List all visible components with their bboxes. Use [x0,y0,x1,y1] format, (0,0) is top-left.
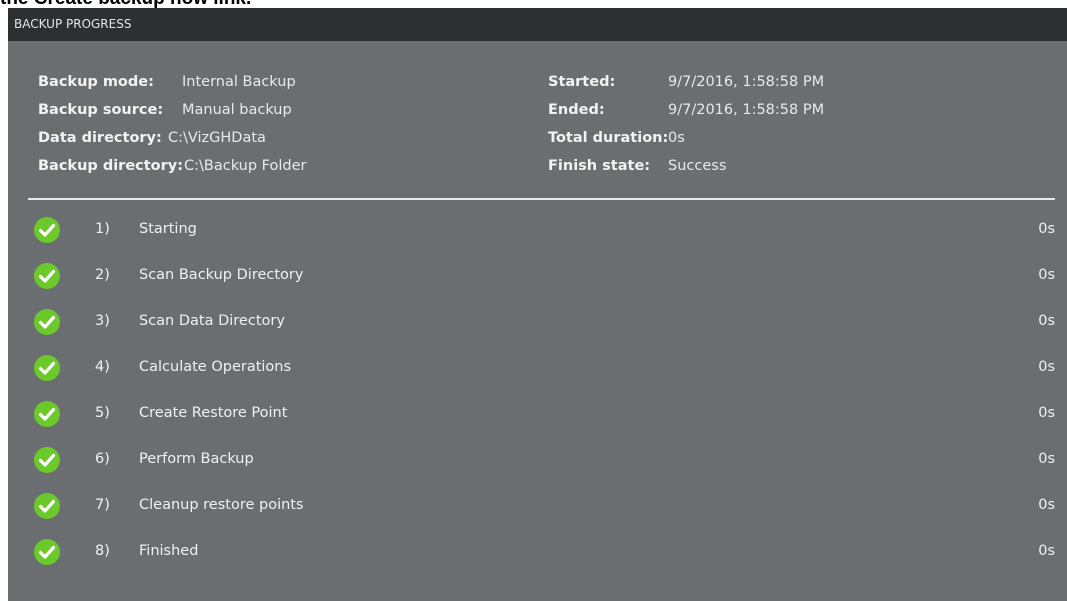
info-value: Success [668,158,727,174]
info-label: Backup mode: [38,74,154,90]
step-label: Finished [139,543,199,559]
step-duration: 0s [1038,497,1055,513]
step-label: Perform Backup [139,451,254,467]
info-started-value: 9/7/2016, 1:58:58 PM [668,72,824,92]
step-label: Scan Data Directory [139,313,285,329]
step-label: Cleanup restore points [139,497,304,513]
step-number: 2) [95,267,110,283]
step-duration: 0s [1038,543,1055,559]
step-row: 4) Calculate Operations 0s [8,352,1067,384]
step-duration: 0s [1038,267,1055,283]
info-total-duration: Total duration: [548,128,668,148]
info-label: Backup directory: [38,158,184,174]
info-data-directory-value: C:\VizGHData [168,128,266,148]
backup-progress-panel: BACKUP PROGRESS Backup mode: Internal Ba… [8,8,1067,601]
step-row: 5) Create Restore Point 0s [8,398,1067,430]
info-backup-directory: Backup directory: [38,156,183,176]
step-label: Scan Backup Directory [139,267,304,283]
step-duration: 0s [1038,451,1055,467]
info-label: Backup source: [38,102,164,118]
step-duration: 0s [1038,359,1055,375]
info-value: 9/7/2016, 1:58:58 PM [668,102,825,118]
info-value: C:\VizGHData [168,130,266,146]
info-label: Total duration: [548,130,669,146]
step-number: 8) [95,543,110,559]
step-label: Calculate Operations [139,359,292,375]
step-number: 5) [95,405,110,421]
step-row: 3) Scan Data Directory 0s [8,306,1067,338]
caption-text: the Create backup now link. [0,0,251,8]
check-circle-icon [34,493,60,519]
panel-title: BACKUP PROGRESS [8,8,1067,41]
info-label: Finish state: [548,158,651,174]
info-data-directory: Data directory: [38,128,162,148]
info-value: C:\Backup Folder [184,158,307,174]
info-backup-mode-value: Internal Backup [182,72,296,92]
step-label: Create Restore Point [139,405,288,421]
cropped-caption: the Create backup now link. [0,0,1067,8]
step-duration: 0s [1038,313,1055,329]
backup-info: Backup mode: Internal Backup Backup sour… [8,72,1067,192]
info-backup-directory-value: C:\Backup Folder [184,156,306,176]
step-number: 4) [95,359,110,375]
check-circle-icon [34,447,60,473]
check-circle-icon [34,401,60,427]
step-number: 7) [95,497,110,513]
step-duration: 0s [1038,221,1055,237]
step-row: 1) Starting 0s [8,214,1067,246]
info-value: Internal Backup [182,74,296,90]
info-finish-state: Finish state: [548,156,650,176]
info-label: Started: [548,74,616,90]
info-started: Started: [548,72,615,92]
info-label: Ended: [548,102,605,118]
info-backup-source-value: Manual backup [182,100,292,120]
info-value: Manual backup [182,102,292,118]
check-circle-icon [34,263,60,289]
info-backup-mode: Backup mode: [38,72,154,92]
check-circle-icon [34,355,60,381]
step-number: 1) [95,221,110,237]
info-total-duration-value: 0s [668,128,685,148]
check-circle-icon [34,309,60,335]
info-value: 0s [668,130,685,146]
info-ended-value: 9/7/2016, 1:58:58 PM [668,100,824,120]
info-label: Data directory: [38,130,162,146]
check-circle-icon [34,539,60,565]
step-label: Starting [139,221,197,237]
step-number: 3) [95,313,110,329]
section-divider [28,198,1055,200]
info-finish-state-value: Success [668,156,726,176]
step-row: 8) Finished 0s [8,536,1067,568]
step-row: 6) Perform Backup 0s [8,444,1067,476]
step-duration: 0s [1038,405,1055,421]
step-number: 6) [95,451,110,467]
check-circle-icon [34,217,60,243]
info-value: 9/7/2016, 1:58:58 PM [668,74,825,90]
step-row: 7) Cleanup restore points 0s [8,490,1067,522]
info-ended: Ended: [548,100,605,120]
info-backup-source: Backup source: [38,100,163,120]
step-row: 2) Scan Backup Directory 0s [8,260,1067,292]
